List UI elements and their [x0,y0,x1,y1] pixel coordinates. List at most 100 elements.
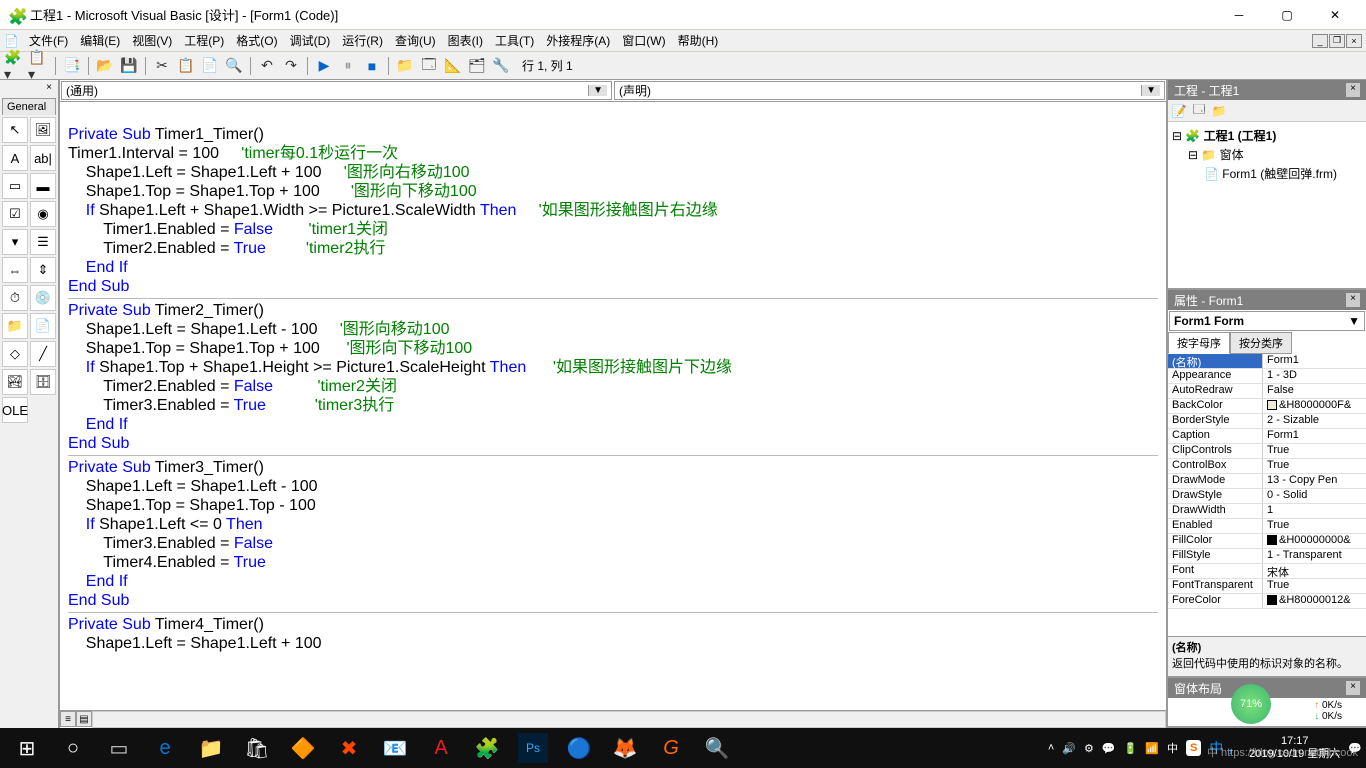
property-row[interactable]: ClipControlsTrue [1168,444,1366,459]
property-row[interactable]: FillColor&H00000000& [1168,534,1366,549]
add-project-button[interactable]: 🧩▾ [4,55,26,77]
toggle-folders-button[interactable]: 📁 [1210,102,1228,120]
undo-button[interactable]: ↶ [256,55,278,77]
vb-icon[interactable]: 🧩 [464,728,510,768]
property-row[interactable]: Font宋体 [1168,564,1366,579]
property-row[interactable]: BackColor&H8000000F& [1168,399,1366,414]
close-button[interactable]: ✕ [1312,5,1358,25]
cut-button[interactable]: ✂ [151,55,173,77]
tool-picturebox[interactable]: 🖼 [30,117,56,143]
toolbox-button[interactable]: 🔧 [490,55,512,77]
property-row[interactable]: Appearance1 - 3D [1168,369,1366,384]
find-button[interactable]: 🔍 [223,55,245,77]
tool-textbox[interactable]: ab| [30,145,56,171]
toolbox-tab-general[interactable]: General [2,98,56,115]
property-row[interactable]: FillStyle1 - Transparent [1168,549,1366,564]
property-row[interactable]: DrawStyle0 - Solid [1168,489,1366,504]
tool-filelistbox[interactable]: 📄 [30,313,56,339]
copy-button[interactable]: 📋 [175,55,197,77]
menu-item[interactable]: 窗口(W) [616,32,671,50]
tray-wifi-icon[interactable]: 📶 [1145,742,1159,755]
tray-volume-icon[interactable]: 🔊 [1062,742,1076,755]
property-row[interactable]: EnabledTrue [1168,519,1366,534]
tool-hscrollbar[interactable]: ⇔ [2,257,28,283]
procedure-dropdown[interactable]: (声明) ▼ [614,81,1165,100]
form-layout-button[interactable]: 📐 [442,55,464,77]
tool-data[interactable]: 🗄 [30,369,56,395]
code-editor[interactable]: Private Sub Timer1_Timer() Timer1.Interv… [60,102,1166,710]
tool-checkbox[interactable]: ☑ [2,201,28,227]
tray-battery-icon[interactable]: 🔋 [1124,742,1138,755]
form-layout-close[interactable]: × [1346,681,1360,695]
menu-item[interactable]: 工程(P) [178,32,230,50]
mdi-close[interactable]: × [1346,34,1362,48]
start-button[interactable]: ⊞ [4,728,50,768]
save-button[interactable]: 💾 [118,55,140,77]
pause-button[interactable]: ⏸ [337,55,359,77]
tool-pointer[interactable]: ↖ [2,117,28,143]
full-module-view-button[interactable]: ▤ [76,711,92,727]
minimize-button[interactable]: ─ [1216,5,1262,25]
project-panel-close[interactable]: × [1346,83,1360,97]
app-icon-g[interactable]: G [648,728,694,768]
tree-folder-forms[interactable]: ⊟ 📁 窗体 [1172,145,1362,164]
menu-item[interactable]: 工具(T) [489,32,540,50]
tool-frame[interactable]: ▭ [2,173,28,199]
properties-panel-close[interactable]: × [1346,293,1360,307]
app-icon-3[interactable]: 📧 [372,728,418,768]
menu-item[interactable]: 调试(D) [284,32,337,50]
toolbox-close[interactable]: × [42,82,56,96]
tray-sogou-icon[interactable]: S [1186,740,1201,756]
mdi-restore[interactable]: ❐ [1329,34,1345,48]
property-row[interactable]: AutoRedrawFalse [1168,384,1366,399]
app-icon-1[interactable]: 🔶 [280,728,326,768]
property-row[interactable]: FontTransparentTrue [1168,579,1366,594]
firefox-icon[interactable]: 🦊 [602,728,648,768]
object-dropdown[interactable]: (通用) ▼ [61,81,612,100]
project-tree[interactable]: ⊟ 🧩 工程1 (工程1) ⊟ 📁 窗体 📄 Form1 (触壁回弹.frm) [1168,122,1366,288]
adobe-reader-icon[interactable]: A [418,728,464,768]
view-object-button[interactable]: 🗔 [1190,102,1208,120]
tool-label[interactable]: A [2,145,28,171]
photoshop-icon[interactable]: Ps [518,733,548,763]
redo-button[interactable]: ↷ [280,55,302,77]
cortana-button[interactable]: ○ [50,728,96,768]
mdi-minimize[interactable]: _ [1312,34,1328,48]
tool-ole[interactable]: OLE [2,397,28,423]
tool-dirlistbox[interactable]: 📁 [2,313,28,339]
tool-vscrollbar[interactable]: ⇕ [30,257,56,283]
system-monitor-widget[interactable]: 71% [1231,684,1271,724]
app-icon-2[interactable]: ✖ [326,728,372,768]
property-row[interactable]: (名称)Form1 [1168,354,1366,369]
add-form-button[interactable]: 📋▾ [28,55,50,77]
tray-ime-indicator[interactable]: 中 [1167,740,1178,756]
explorer-icon[interactable]: 📁 [188,728,234,768]
menu-item[interactable]: 格式(O) [230,32,283,50]
run-button[interactable]: ▶ [313,55,335,77]
property-row[interactable]: BorderStyle2 - Sizable [1168,414,1366,429]
tool-timer[interactable]: ⏱ [2,285,28,311]
properties-tab-categorized[interactable]: 按分类序 [1230,332,1292,354]
menu-editor-button[interactable]: 📑 [61,55,83,77]
tool-commandbutton[interactable]: ▬ [30,173,56,199]
property-row[interactable]: DrawWidth1 [1168,504,1366,519]
paste-button[interactable]: 📄 [199,55,221,77]
tray-icon-2[interactable]: 💬 [1102,742,1116,755]
tool-listbox[interactable]: ☰ [30,229,56,255]
menu-item[interactable]: 图表(I) [442,32,489,50]
maximize-button[interactable]: ▢ [1264,5,1310,25]
menu-item[interactable]: 外接程序(A) [540,32,616,50]
stop-button[interactable]: ■ [361,55,383,77]
property-row[interactable]: DrawMode13 - Copy Pen [1168,474,1366,489]
search-icon[interactable]: 🔍 [694,728,740,768]
tree-project-root[interactable]: ⊟ 🧩 工程1 (工程1) [1172,126,1362,145]
menu-item[interactable]: 文件(F) [23,32,74,50]
properties-button[interactable]: 🗔 [418,55,440,77]
tool-line[interactable]: ╱ [30,341,56,367]
edge-icon[interactable]: e [142,728,188,768]
tool-drivelistbox[interactable]: 💿 [30,285,56,311]
view-code-button[interactable]: 📝 [1170,102,1188,120]
property-row[interactable]: CaptionForm1 [1168,429,1366,444]
properties-grid[interactable]: (名称)Form1Appearance1 - 3DAutoRedrawFalse… [1168,354,1366,636]
menu-item[interactable]: 视图(V) [126,32,178,50]
